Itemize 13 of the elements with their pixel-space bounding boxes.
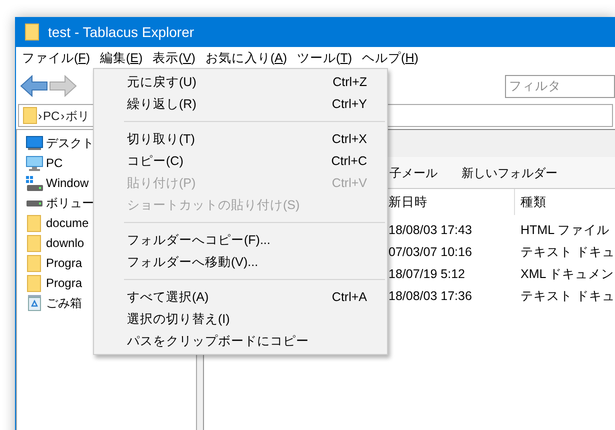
table-cell-text: XML ドキュメン (520, 266, 615, 283)
breadcrumb-text: PC (43, 108, 60, 124)
window-title: test - Tablacus Explorer (48, 22, 194, 42)
table-cell-text: 18/08/03 17:43 (388, 222, 473, 239)
breadcrumb-text: › (60, 108, 65, 124)
table-cell-text: 07/03/07 10:16 (388, 244, 473, 261)
table-cell-text: テキスト ドキュ (520, 288, 615, 305)
breadcrumb-text: ボリ (66, 108, 90, 124)
table-cell-text: 18/07/19 5:12 (388, 266, 466, 283)
table-cell-text: 18/08/03 17:36 (388, 288, 473, 305)
table-cell-text: HTML ファイル (520, 222, 611, 239)
breadcrumb-text: › (38, 108, 42, 124)
table-cell-text: テキスト ドキュ (520, 244, 615, 261)
